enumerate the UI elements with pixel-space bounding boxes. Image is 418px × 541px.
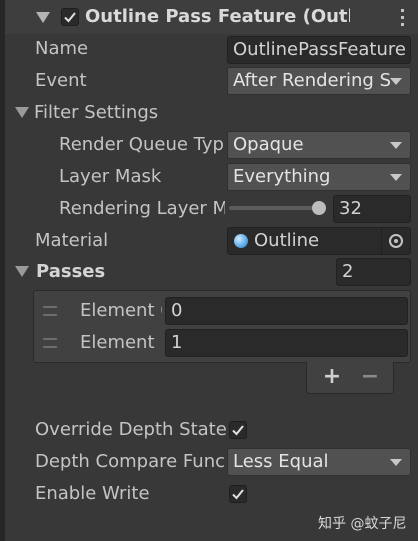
render-queue-label: Render Queue Typ	[59, 134, 224, 155]
element-0-label: Element 0	[80, 300, 162, 321]
passes-label[interactable]: Passes	[36, 258, 105, 286]
enable-write-checkbox[interactable]	[229, 485, 247, 503]
override-depth-checkbox[interactable]	[229, 421, 247, 439]
render-queue-dropdown[interactable]: Opaque	[227, 131, 411, 159]
rendering-layer-label: Rendering Layer M	[59, 198, 225, 219]
slider-thumb[interactable]	[312, 201, 326, 215]
name-field[interactable]: OutlinePassFeature	[227, 36, 411, 64]
target-icon	[389, 234, 403, 248]
dropdown-arrow-icon	[390, 142, 402, 149]
list-footer: + −	[306, 362, 394, 394]
event-dropdown[interactable]: After Rendering S	[227, 67, 411, 95]
depth-compare-dropdown[interactable]: Less Equal	[227, 448, 411, 476]
rendering-layer-slider[interactable]	[229, 201, 326, 215]
filter-settings-foldout-icon[interactable]	[15, 107, 29, 118]
drag-handle-icon[interactable]	[43, 306, 57, 316]
checkmark-icon	[232, 489, 244, 500]
material-sphere-icon	[234, 234, 248, 248]
layer-mask-dropdown[interactable]: Everything	[227, 163, 411, 191]
enable-write-label: Enable Write	[35, 483, 150, 504]
dropdown-arrow-icon	[390, 78, 402, 85]
rendering-layer-field[interactable]: 32	[333, 195, 411, 223]
feature-header[interactable]: Outline Pass Feature (Outlin	[5, 0, 418, 34]
passes-foldout-icon[interactable]	[15, 266, 29, 277]
element-0-field[interactable]: 0	[165, 297, 408, 325]
add-element-button[interactable]: +	[319, 362, 345, 392]
foldout-arrow-down-icon[interactable]	[36, 12, 50, 23]
checkmark-icon	[232, 425, 244, 436]
layer-mask-label: Layer Mask	[59, 166, 162, 187]
depth-compare-label: Depth Compare Func	[35, 451, 225, 472]
dropdown-arrow-icon	[390, 174, 402, 181]
element-1-label: Element 1	[80, 332, 162, 353]
event-value: After Rendering S	[233, 70, 392, 91]
object-picker-button[interactable]	[381, 228, 410, 254]
event-label: Event	[35, 70, 87, 91]
material-value: Outline	[254, 230, 320, 251]
render-queue-value: Opaque	[233, 134, 304, 155]
checkmark-icon	[64, 12, 76, 23]
kebab-menu-icon[interactable]	[401, 9, 405, 27]
dropdown-arrow-icon	[390, 459, 402, 466]
feature-title: Outline Pass Feature (Outlin	[85, 6, 350, 27]
layer-mask-value: Everything	[233, 166, 331, 187]
material-label: Material	[35, 230, 109, 251]
material-field[interactable]: Outline	[227, 227, 411, 255]
passes-count-field[interactable]: 2	[336, 258, 411, 286]
name-label: Name	[35, 38, 89, 59]
drag-handle-icon[interactable]	[43, 338, 57, 348]
watermark: 知乎 @蚊子尼	[318, 516, 407, 532]
filter-settings-label[interactable]: Filter Settings	[34, 99, 158, 127]
depth-compare-value: Less Equal	[233, 451, 329, 472]
feature-enabled-checkbox[interactable]	[61, 8, 79, 26]
element-1-field[interactable]: 1	[165, 329, 408, 357]
override-depth-label: Override Depth State	[35, 419, 227, 440]
panel-left-edge	[0, 0, 5, 541]
remove-element-button[interactable]: −	[357, 362, 383, 392]
